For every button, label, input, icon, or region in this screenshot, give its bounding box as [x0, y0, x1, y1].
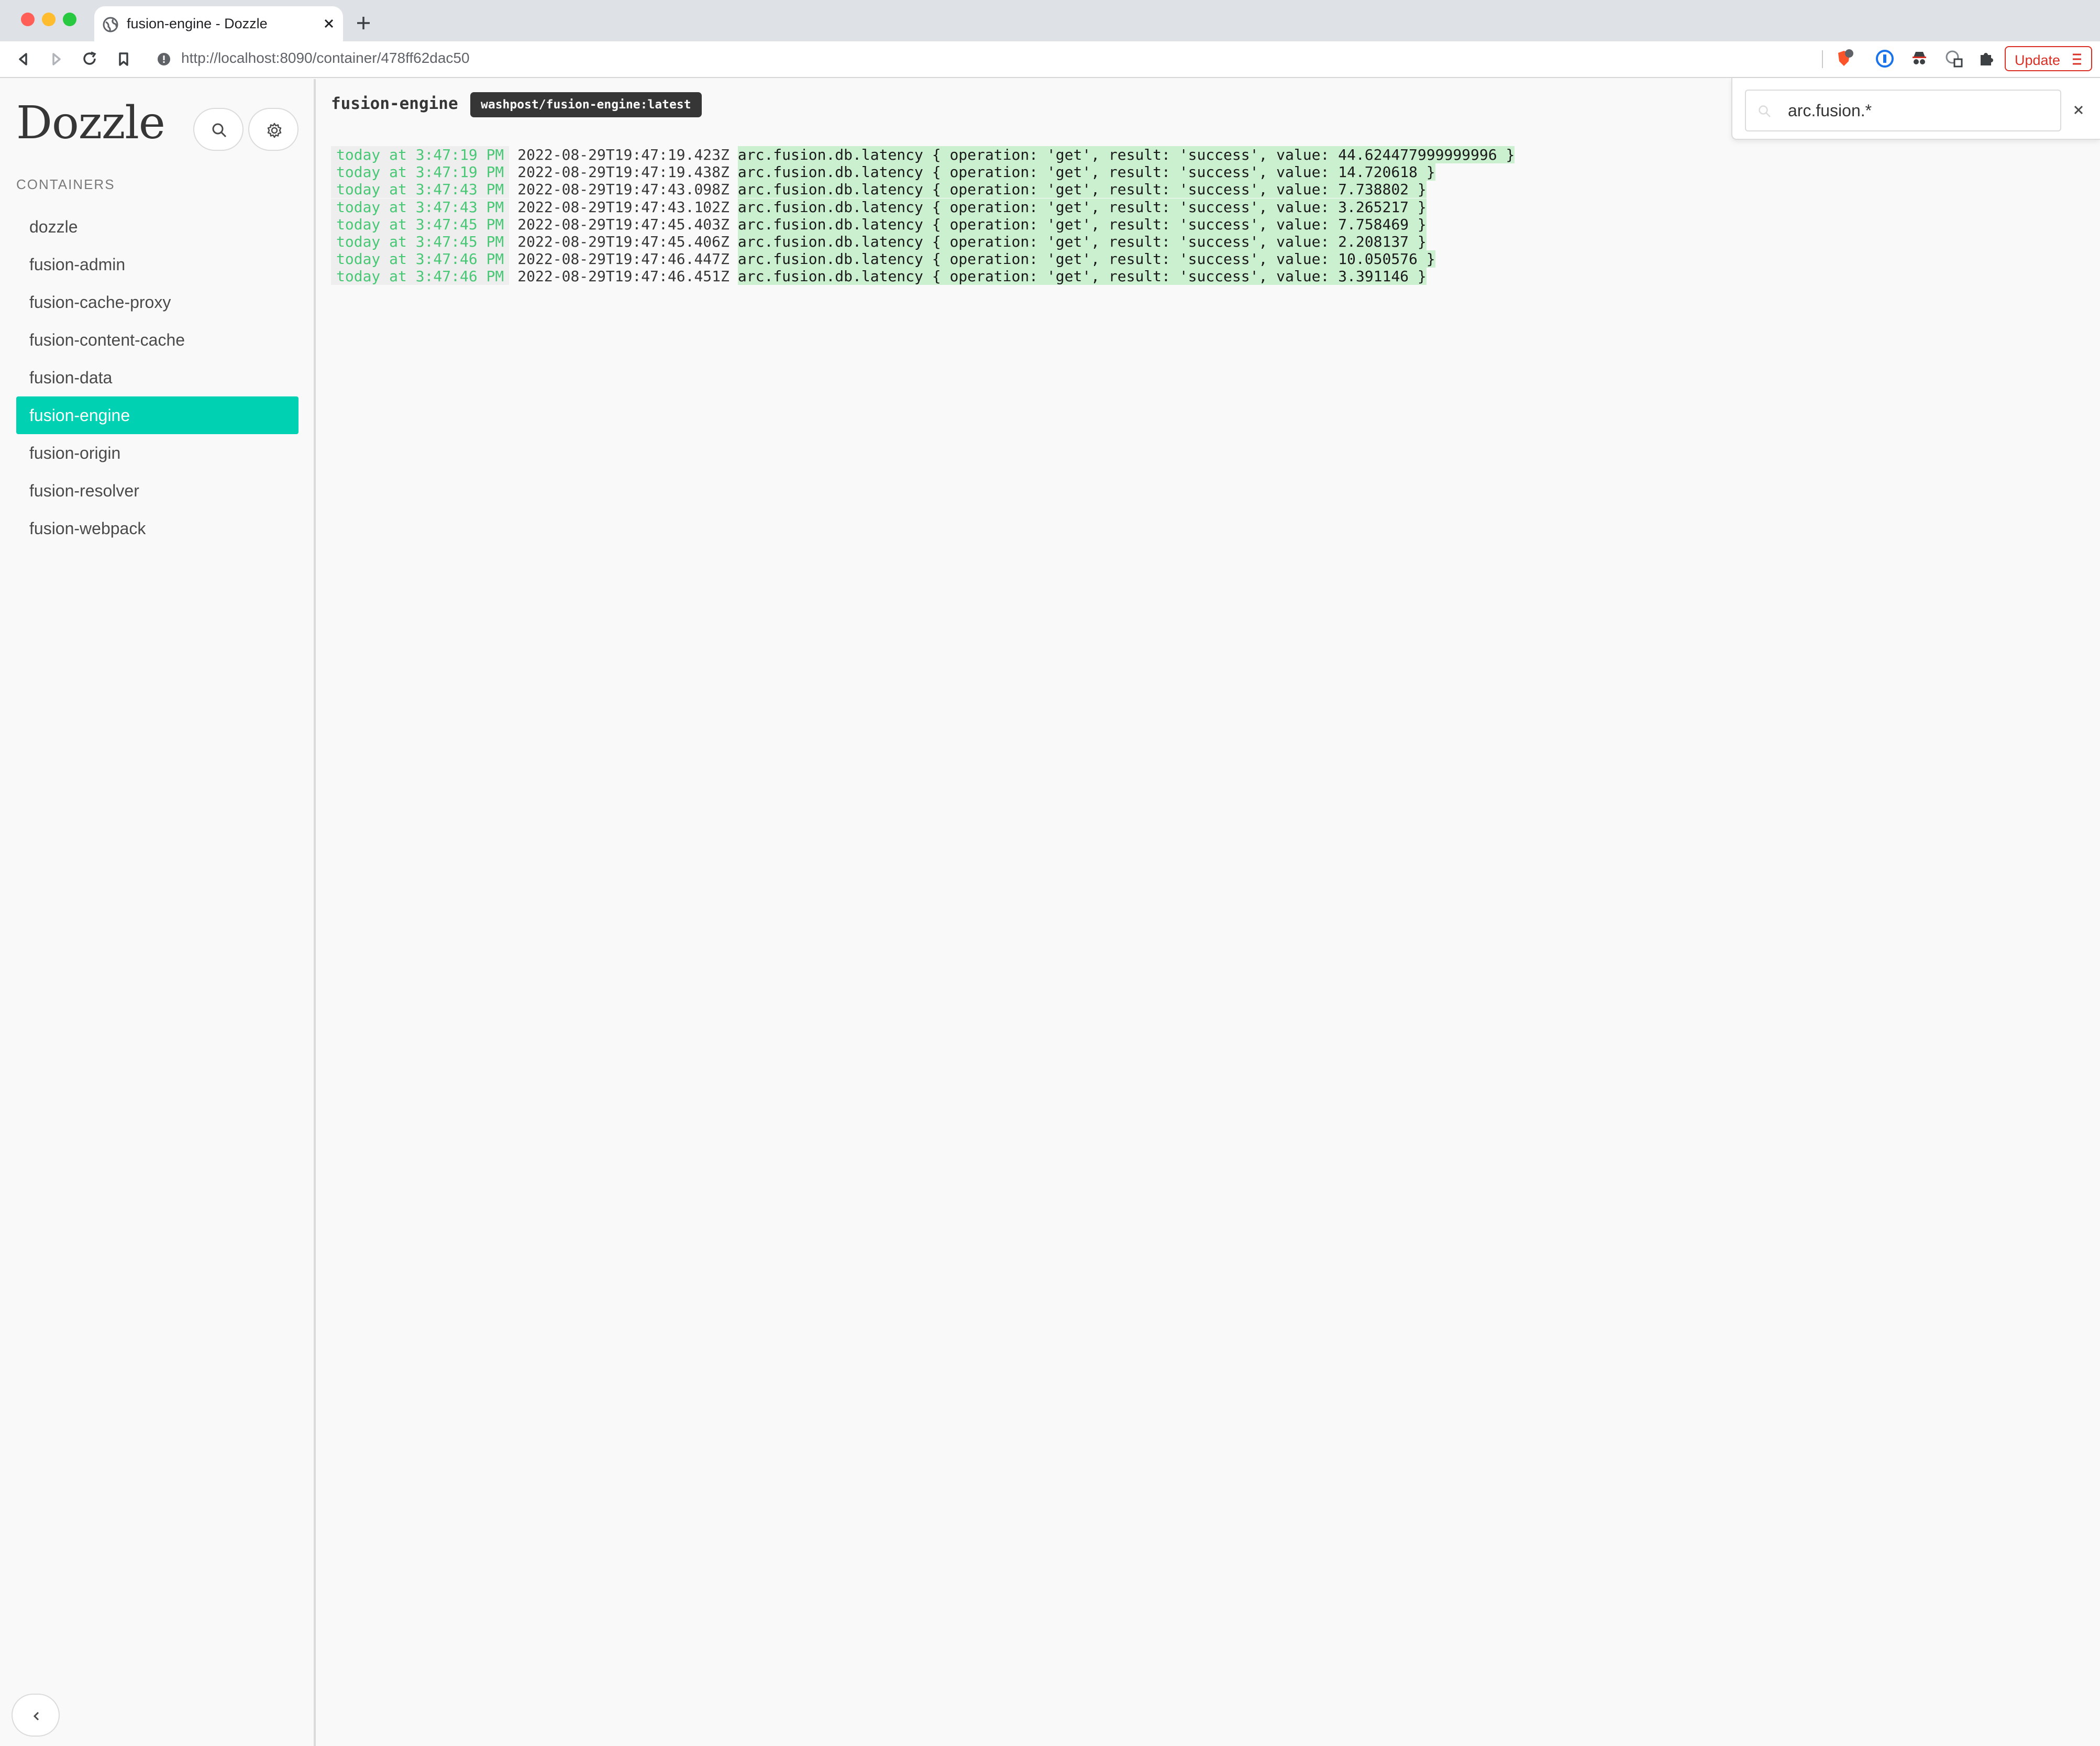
log-timestamp: 2022-08-29T19:47:46.451Z: [517, 268, 730, 285]
log-message: arc.fusion.db.latency { operation: 'get'…: [737, 181, 1427, 198]
sidebar-item-fusion-resolver[interactable]: fusion-resolver: [16, 472, 299, 510]
bookmark-icon[interactable]: [114, 50, 133, 69]
address-bar[interactable]: http://localhost:8090/container/478ff62d…: [181, 50, 470, 67]
log-timestamp: 2022-08-29T19:47:19.423Z: [517, 146, 730, 163]
log-message: arc.fusion.db.latency { operation: 'get'…: [737, 215, 1427, 233]
globe-icon: [103, 17, 118, 32]
image-tag: washpost/fusion-engine:latest: [470, 92, 702, 117]
log-date: today at 3:47:46 PM: [331, 250, 510, 268]
new-tab-icon[interactable]: [354, 14, 373, 32]
log-date: today at 3:47:19 PM: [331, 146, 510, 163]
sidebar-item-fusion-engine[interactable]: fusion-engine: [16, 396, 299, 434]
sidebar-item-fusion-origin[interactable]: fusion-origin: [16, 434, 299, 472]
log-date: today at 3:47:43 PM: [331, 181, 510, 198]
container-title: fusion-engine: [331, 94, 458, 113]
gear-icon: [267, 123, 282, 138]
log-line: today at 3:47:19 PM 2022-08-29T19:47:19.4…: [331, 146, 1515, 163]
search-field: [1745, 90, 2061, 131]
log-message: arc.fusion.db.latency { operation: 'get'…: [737, 268, 1427, 285]
search-panel: [1731, 78, 2100, 140]
sidebar-item-fusion-webpack[interactable]: fusion-webpack: [16, 510, 299, 547]
sidebar-item-dozzle[interactable]: dozzle: [16, 208, 299, 246]
log-date: today at 3:47:45 PM: [331, 215, 510, 233]
close-icon[interactable]: [2071, 102, 2086, 118]
back-arrow-icon[interactable]: [14, 50, 32, 69]
log-line: today at 3:47:43 PM 2022-08-29T19:47:43.1…: [331, 198, 1515, 216]
sidebar-item-fusion-admin[interactable]: fusion-admin: [16, 246, 299, 283]
update-button-label: Update: [2015, 52, 2061, 68]
log-list: today at 3:47:19 PM 2022-08-29T19:47:19.4…: [331, 146, 1515, 285]
browser-tab-bar: fusion-engine - Dozzle: [0, 0, 2100, 42]
log-timestamp: 2022-08-29T19:47:19.438Z: [517, 163, 730, 181]
log-timestamp: 2022-08-29T19:47:45.403Z: [517, 215, 730, 233]
update-button[interactable]: Update: [2005, 46, 2092, 71]
window-minimize-button[interactable]: [42, 13, 56, 26]
extensions-puzzle-icon[interactable]: [1976, 49, 1996, 69]
settings-button[interactable]: [248, 108, 299, 151]
tab-title: fusion-engine - Dozzle: [127, 16, 268, 31]
log-line: today at 3:47:45 PM 2022-08-29T19:47:45.4…: [331, 215, 1515, 233]
log-date: today at 3:47:43 PM: [331, 198, 510, 216]
search-icon: [212, 123, 227, 138]
containers-section-label: CONTAINERS: [16, 176, 115, 192]
log-timestamp: 2022-08-29T19:47:46.447Z: [517, 250, 730, 268]
log-line: today at 3:47:46 PM 2022-08-29T19:47:46.4…: [331, 268, 1515, 285]
close-tab-icon[interactable]: [321, 16, 337, 31]
log-date: today at 3:47:45 PM: [331, 233, 510, 250]
log-message: arc.fusion.db.latency { operation: 'get'…: [737, 198, 1427, 216]
log-timestamp: 2022-08-29T19:47:43.102Z: [517, 198, 730, 216]
address-bar-divider: [1822, 50, 1823, 68]
log-line: today at 3:47:46 PM 2022-08-29T19:47:46.4…: [331, 250, 1515, 268]
log-line: today at 3:47:19 PM 2022-08-29T19:47:19.4…: [331, 163, 1515, 181]
sidebar-item-fusion-content-cache[interactable]: fusion-content-cache: [16, 321, 299, 359]
log-line: today at 3:47:43 PM 2022-08-29T19:47:43.0…: [331, 181, 1515, 198]
window-close-button[interactable]: [21, 13, 35, 26]
log-message: arc.fusion.db.latency { operation: 'get'…: [737, 233, 1427, 250]
log-message: arc.fusion.db.latency { operation: 'get'…: [737, 163, 1435, 181]
chevron-left-icon: [33, 1711, 39, 1721]
log-line: today at 3:47:45 PM 2022-08-29T19:47:45.4…: [331, 233, 1515, 250]
sidebar-item-fusion-cache-proxy[interactable]: fusion-cache-proxy: [16, 283, 299, 321]
forward-arrow-icon[interactable]: [47, 50, 66, 69]
collapse-sidebar-button[interactable]: [12, 1694, 60, 1737]
browser-toolbar: http://localhost:8090/container/478ff62d…: [0, 41, 2100, 78]
sidebar-item-fusion-data[interactable]: fusion-data: [16, 359, 299, 396]
search-icon: [1759, 105, 1771, 117]
translate-extension-icon[interactable]: [1944, 49, 1964, 69]
log-timestamp: 2022-08-29T19:47:43.098Z: [517, 181, 730, 198]
window-zoom-button[interactable]: [63, 13, 76, 26]
app-logo[interactable]: Dozzle: [16, 97, 165, 149]
search-button[interactable]: [193, 108, 244, 151]
sidebar: Dozzle CONTAINERS dozzle fusion-admin fusi…: [0, 79, 316, 1746]
brave-shield-icon[interactable]: [1834, 49, 1854, 69]
log-timestamp: 2022-08-29T19:47:45.406Z: [517, 233, 730, 250]
browser-tab[interactable]: fusion-engine - Dozzle: [94, 6, 343, 42]
menu-icon: [2073, 53, 2081, 65]
reload-icon[interactable]: [81, 50, 100, 69]
search-input[interactable]: [1787, 95, 2049, 126]
password-manager-icon[interactable]: [1875, 49, 1895, 69]
container-list: dozzle fusion-admin fusion-cache-proxy fusi…: [16, 208, 299, 547]
log-date: today at 3:47:19 PM: [331, 163, 510, 181]
log-date: today at 3:47:46 PM: [331, 268, 510, 285]
site-info-icon[interactable]: [157, 52, 171, 66]
log-message: arc.fusion.db.latency { operation: 'get'…: [737, 146, 1515, 163]
incognito-extension-icon[interactable]: [1909, 49, 1929, 69]
log-message: arc.fusion.db.latency { operation: 'get'…: [737, 250, 1435, 268]
